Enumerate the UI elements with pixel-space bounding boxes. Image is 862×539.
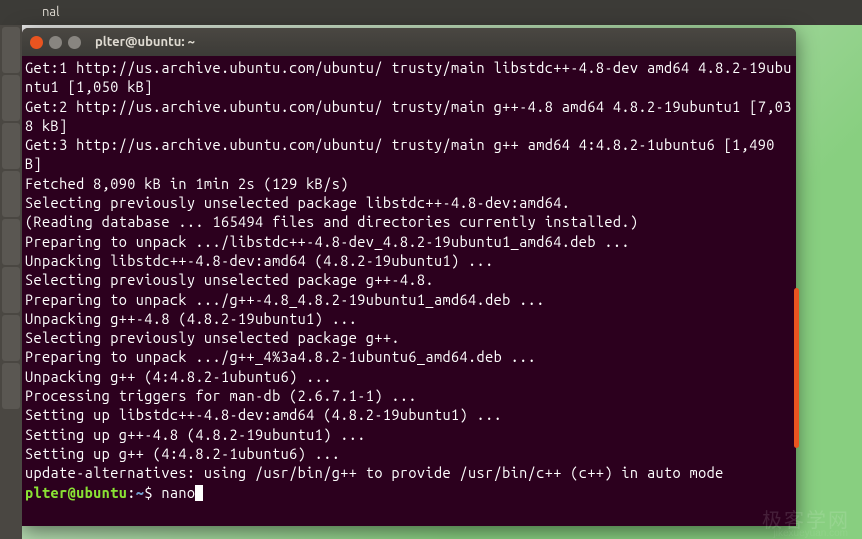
prompt-colon: : [127,484,136,501]
maximize-icon[interactable] [68,36,81,49]
cursor-icon [195,485,203,501]
terminal-line: Selecting previously unselected package … [25,194,570,211]
terminal-line: Unpacking g++ (4:4.8.2-1ubuntu6) ... [25,368,332,385]
scrollbar-thumb[interactable] [794,288,799,448]
window-titlebar[interactable]: plter@ubuntu: ~ [22,28,796,56]
terminal-line: Preparing to unpack .../g++-4.8_4.8.2-19… [25,291,545,308]
launcher-item[interactable] [2,363,20,409]
terminal-line: Setting up g++ (4:4.8.2-1ubuntu6) ... [25,445,340,462]
launcher-item[interactable] [2,123,20,169]
terminal-window: plter@ubuntu: ~ Get:1 http://us.archive.… [22,28,796,526]
unity-launcher[interactable] [0,25,22,539]
terminal-line: Fetched 8,090 kB in 1min 2s (129 kB/s) [25,175,349,192]
launcher-item[interactable] [2,27,20,73]
prompt-user: plter@ubuntu [25,484,127,501]
terminal-line: Selecting previously unselected package … [25,329,400,346]
watermark-sub: jikexueyuan.com [774,528,848,539]
terminal-line: Processing triggers for man-db (2.6.7.1-… [25,387,417,404]
terminal-line: Setting up libstdc++-4.8-dev:amd64 (4.8.… [25,406,502,423]
app-name: nal [42,5,60,19]
terminal-line: Get:1 http://us.archive.ubuntu.com/ubunt… [25,59,792,95]
launcher-item[interactable] [2,267,20,313]
launcher-item[interactable] [2,75,20,121]
command-input[interactable]: nano [161,484,195,501]
terminal-line: Preparing to unpack .../g++_4%3a4.8.2-1u… [25,348,536,365]
terminal-line: Unpacking g++-4.8 (4.8.2-19ubuntu1) ... [25,310,357,327]
terminal-line: Selecting previously unselected package … [25,271,434,288]
terminal-line: Preparing to unpack .../libstdc++-4.8-de… [25,233,630,250]
terminal-line: (Reading database ... 165494 files and d… [25,213,638,230]
prompt-dollar: $ [144,484,161,501]
terminal-line: Get:2 http://us.archive.ubuntu.com/ubunt… [25,98,792,134]
launcher-item[interactable] [2,219,20,265]
terminal-line: update-alternatives: using /usr/bin/g++ … [25,464,724,481]
terminal-line: Get:3 http://us.archive.ubuntu.com/ubunt… [25,136,783,172]
window-controls [30,36,81,49]
terminal-line: Setting up g++-4.8 (4.8.2-19ubuntu1) ... [25,426,366,443]
window-title: plter@ubuntu: ~ [95,35,195,49]
launcher-item[interactable] [2,171,20,217]
terminal-body[interactable]: Get:1 http://us.archive.ubuntu.com/ubunt… [22,56,796,504]
close-icon[interactable] [30,36,43,49]
top-panel: nal [0,0,862,25]
launcher-item[interactable] [2,315,20,361]
minimize-icon[interactable] [49,36,62,49]
terminal-line: Unpacking libstdc++-4.8-dev:amd64 (4.8.2… [25,252,494,269]
